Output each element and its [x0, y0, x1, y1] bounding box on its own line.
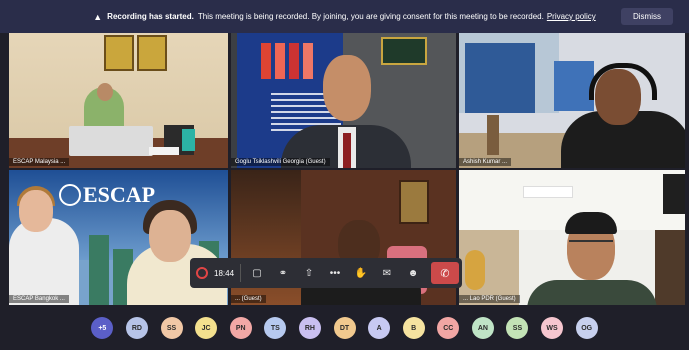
participant-head: [323, 55, 371, 121]
participant-name: ... Lao PDR (Guest): [459, 295, 520, 303]
cabinet: [465, 43, 535, 113]
participant-avatar[interactable]: A: [368, 317, 391, 339]
participant-avatar[interactable]: PN: [229, 317, 252, 339]
participant-avatar[interactable]: TS: [264, 317, 287, 339]
wall-plaque: [399, 180, 429, 224]
privacy-policy-link[interactable]: Privacy policy: [547, 12, 596, 21]
meeting-timer: 18:44: [214, 268, 235, 278]
video-tile[interactable]: ... Lao PDR (Guest): [459, 170, 685, 305]
participant-avatar[interactable]: B: [402, 317, 425, 339]
plant: [465, 250, 485, 290]
participant-avatar[interactable]: RH: [298, 317, 321, 339]
participant-avatar[interactable]: AN: [471, 317, 494, 339]
escap-logo: ESCAP: [83, 182, 156, 207]
video-tile[interactable]: Goglu Tsiklashvili Georgia (Guest): [231, 33, 456, 168]
participant-avatar[interactable]: OG: [575, 317, 598, 339]
participant-avatar-row: +5 RD SS JC PN TS RH DT A B CC AN SS WS OG: [0, 306, 689, 350]
participant-head: [97, 83, 113, 101]
building: [89, 235, 109, 305]
portrait-frame: [104, 35, 134, 71]
participant-hair: [565, 212, 617, 234]
participant-body: [527, 280, 657, 305]
participants-icon[interactable]: ☻: [403, 263, 423, 283]
dismiss-button[interactable]: Dismiss: [621, 8, 673, 25]
divider: [240, 264, 241, 282]
cabinet: [554, 61, 594, 111]
participant-head: [19, 190, 53, 232]
more-participants-avatar[interactable]: +5: [91, 317, 114, 339]
mic-icon[interactable]: ⚭: [273, 263, 293, 283]
shelf: [487, 115, 499, 155]
recording-title: Recording has started.: [107, 12, 194, 21]
participant-name: Goglu Tsiklashvili Georgia (Guest): [231, 158, 330, 166]
participant-avatar[interactable]: RD: [125, 317, 148, 339]
more-icon[interactable]: •••: [325, 263, 345, 283]
recording-icon: [196, 267, 208, 279]
paper: [149, 147, 179, 155]
meeting-controls: 18:44 ▢ ⚭ ⇧ ••• ✋ ✉ ☻ ✆: [190, 258, 462, 288]
wall-certificate: [381, 37, 427, 65]
recording-message: This meeting is being recorded. By joini…: [197, 12, 544, 21]
chat-icon[interactable]: ✉: [377, 263, 397, 283]
glasses: [569, 240, 613, 252]
participant-name: Ashish Kumar ...: [459, 158, 512, 166]
video-tile[interactable]: Ashish Kumar ...: [459, 33, 685, 168]
ceiling-light: [523, 186, 573, 198]
hangup-icon: ✆: [440, 267, 450, 280]
share-icon[interactable]: ⇧: [299, 263, 319, 283]
participant-avatar[interactable]: SS: [506, 317, 529, 339]
participant-name: ESCAP Malaysia ...: [9, 158, 70, 166]
laptop: [69, 126, 153, 156]
recording-banner: ▲ Recording has started. This meeting is…: [0, 0, 689, 33]
participant-body: [9, 218, 79, 305]
participant-avatar[interactable]: JC: [195, 317, 218, 339]
participant-name: ESCAP Bangkok ...: [9, 295, 69, 303]
participant-avatar[interactable]: CC: [437, 317, 460, 339]
tie: [343, 133, 351, 168]
participant-avatar[interactable]: DT: [333, 317, 356, 339]
video-tile[interactable]: ESCAP Malaysia ...: [9, 33, 228, 168]
video-icon[interactable]: ▢: [247, 263, 267, 283]
wall: [655, 230, 685, 305]
warning-icon: ▲: [93, 11, 103, 22]
un-emblem-icon: [59, 184, 81, 206]
portrait-frame: [137, 35, 167, 71]
hangup-button[interactable]: ✆: [431, 262, 459, 284]
participant-avatar[interactable]: SS: [160, 317, 183, 339]
participant-name: ... (Guest): [231, 295, 266, 303]
banner-logo-bars: [261, 43, 321, 79]
participant-head: [149, 210, 191, 262]
headset: [589, 63, 657, 100]
screen: [663, 174, 685, 214]
participant-avatar[interactable]: WS: [541, 317, 564, 339]
raise-hand-icon[interactable]: ✋: [351, 263, 371, 283]
mug: [182, 129, 195, 151]
